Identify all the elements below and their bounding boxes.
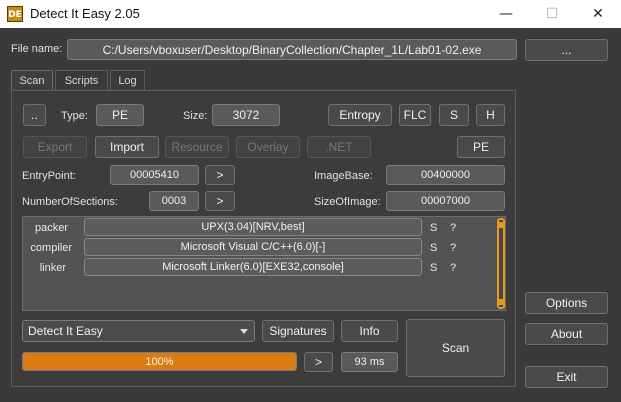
pe-button[interactable]: PE (457, 136, 505, 158)
net-button[interactable]: .NET (307, 136, 371, 158)
scroll-up-icon[interactable] (498, 222, 504, 228)
window-title: Detect It Easy 2.05 (30, 6, 140, 21)
options-button[interactable]: Options (525, 292, 608, 314)
maximize-button[interactable]: ☐ (529, 0, 575, 28)
sizeofimage-value: 00007000 (386, 191, 505, 211)
chevron-down-icon (240, 329, 248, 334)
imagebase-label: ImageBase: (314, 170, 373, 182)
results-scrollbar[interactable] (497, 218, 505, 309)
imagebase-value: 00400000 (386, 165, 505, 185)
entrypoint-label: EntryPoint: (22, 170, 76, 182)
database-select-value: Detect It Easy (28, 324, 103, 338)
minimize-button[interactable]: — (483, 0, 529, 28)
scan-button[interactable]: Scan (406, 319, 505, 377)
title-bar: DE Detect It Easy 2.05 — ☐ ✕ (0, 0, 621, 28)
scan-time-value: 93 ms (341, 352, 398, 372)
sections-value: 0003 (149, 191, 199, 211)
result-name-linker[interactable]: Microsoft Linker(6.0)[EXE32,console] (84, 258, 422, 276)
sections-go-button[interactable]: > (205, 191, 235, 211)
scroll-down-icon[interactable] (498, 299, 504, 305)
result-signature-button[interactable]: S (430, 262, 437, 274)
tab-scan[interactable]: Scan (11, 70, 53, 91)
result-signature-button[interactable]: S (430, 242, 437, 254)
export-button[interactable]: Export (23, 136, 87, 158)
result-help-button[interactable]: ? (450, 242, 456, 254)
info-button[interactable]: Info (341, 320, 398, 342)
import-button[interactable]: Import (95, 136, 159, 158)
result-type-packer: packer (34, 222, 68, 234)
type-value: PE (96, 104, 144, 126)
app-logo-icon: DE (7, 6, 23, 22)
entrypoint-value: 00005410 (110, 165, 199, 185)
entropy-button[interactable]: Entropy (328, 104, 392, 126)
signatures-button[interactable]: Signatures (262, 320, 334, 342)
result-signature-button[interactable]: S (430, 222, 437, 234)
overlay-button[interactable]: Overlay (236, 136, 300, 158)
file-path-field[interactable]: C:/Users/vboxuser/Desktop/BinaryCollecti… (67, 39, 517, 60)
result-type-compiler: compiler (30, 242, 72, 254)
entrypoint-go-button[interactable]: > (205, 165, 235, 185)
scan-progress-bar: 100% (22, 352, 297, 371)
result-type-linker: linker (39, 262, 66, 274)
result-help-button[interactable]: ? (450, 262, 456, 274)
h-button[interactable]: H (476, 104, 505, 126)
result-help-button[interactable]: ? (450, 222, 456, 234)
about-button[interactable]: About (525, 323, 608, 345)
browse-button[interactable]: ... (525, 39, 608, 61)
result-name-packer[interactable]: UPX(3.04)[NRV,best] (84, 218, 422, 236)
next-button[interactable]: > (304, 352, 333, 372)
size-value: 3072 (212, 104, 280, 126)
tab-scripts[interactable]: Scripts (55, 70, 108, 90)
s-button[interactable]: S (439, 104, 469, 126)
sizeofimage-label: SizeOfImage: (314, 196, 381, 208)
flc-button[interactable]: FLC (399, 104, 431, 126)
file-name-label: File name: (11, 43, 63, 55)
resource-button[interactable]: Resource (165, 136, 229, 158)
size-label: Size: (183, 110, 208, 122)
scrollbar-thumb[interactable] (497, 218, 505, 309)
parent-dir-button[interactable]: .. (23, 104, 46, 126)
tab-log[interactable]: Log (110, 70, 145, 90)
type-label: Type: (61, 110, 88, 122)
result-name-compiler[interactable]: Microsoft Visual C/C++(6.0)[-] (84, 238, 422, 256)
database-select[interactable]: Detect It Easy (22, 320, 255, 342)
close-button[interactable]: ✕ (575, 0, 621, 28)
exit-button[interactable]: Exit (525, 366, 608, 388)
sections-label: NumberOfSections: (22, 196, 118, 208)
progress-text: 100% (145, 355, 174, 368)
